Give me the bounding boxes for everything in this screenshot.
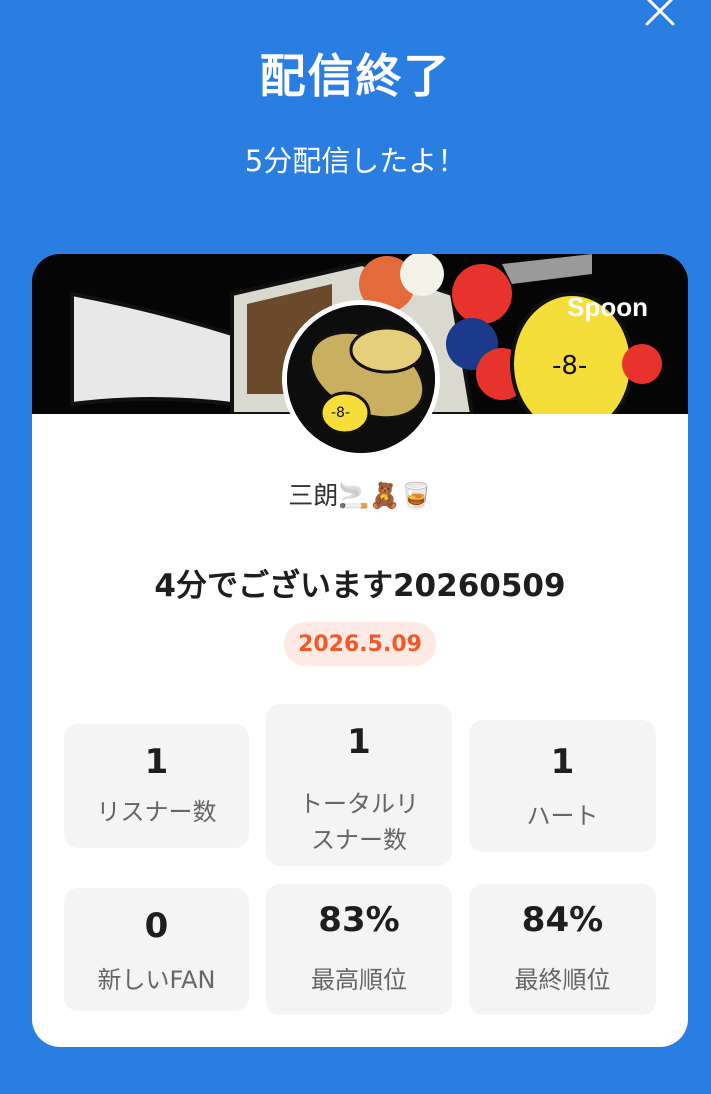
close-button[interactable] [637,0,683,34]
stream-title: 4分でございます20260509 [154,568,566,604]
date-badge: 2026.5.09 [284,622,436,666]
stat-highest-rank: 83% 最高順位 [266,884,452,1015]
avatar-image: -8- [287,305,435,453]
stat-listeners: 1 リスナー数 [64,724,249,848]
stat-label: ハート [526,802,599,830]
stat-label: 新しいFAN [97,966,216,994]
summary-card: -8- Spoon -8- 三朗🚬🧸🥃 4分でございます20260509 202… [32,254,688,1047]
stat-value: 0 [144,906,169,946]
stat-final-rank: 84% 最終順位 [469,884,656,1015]
stat-label: 最終順位 [514,966,611,994]
stat-value: 1 [550,742,575,782]
stat-value: 1 [347,722,371,762]
username: 三朗🚬🧸🥃 [288,481,432,510]
stat-label: 最高順位 [311,966,407,994]
avatar: -8- [282,300,440,458]
stat-label: リスナー数 [96,798,217,826]
svg-text:-8-: -8- [331,405,350,421]
close-icon [645,0,675,26]
page-subtitle: 5分配信したよ！ [244,144,467,178]
stat-total-listeners: 1 トータルリスナー数 [266,704,452,866]
stat-label: トータルリスナー数 [299,790,419,854]
stat-new-fans: 0 新しいFAN [64,888,249,1011]
stat-value: 1 [144,742,169,782]
stat-hearts: 1 ハート [469,720,656,852]
spoon-logo: Spoon [567,292,648,322]
stat-value: 83% [318,900,400,940]
svg-text:-8-: -8- [552,351,587,381]
stat-value: 84% [521,900,604,940]
page-title: 配信終了 [259,49,452,103]
